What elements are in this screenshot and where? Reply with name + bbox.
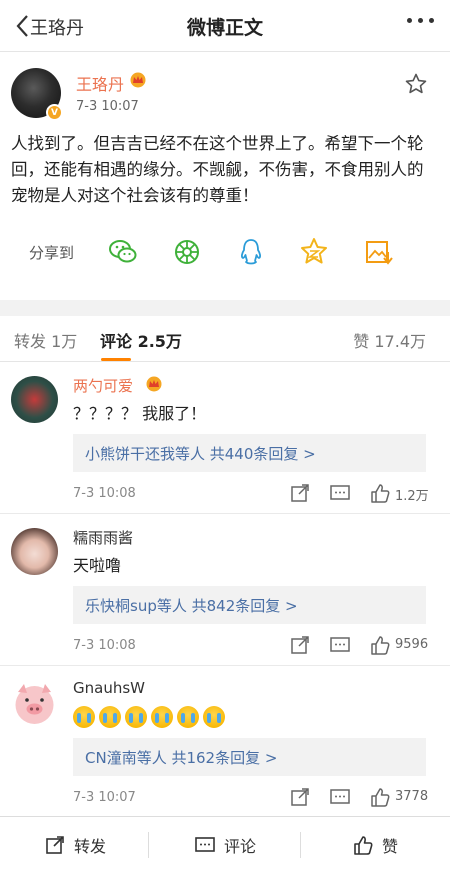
avatar[interactable]	[11, 376, 58, 423]
tab-repost[interactable]: 转发 1万	[14, 328, 77, 352]
reply-summary[interactable]: CN潼南等人 共162条回复 >	[73, 738, 426, 776]
repost-icon[interactable]	[289, 786, 311, 808]
repost-button[interactable]: 转发	[0, 817, 150, 873]
avatar[interactable]	[11, 528, 58, 575]
like-button[interactable]: 赞	[300, 817, 450, 873]
share-row: 分享到	[0, 232, 450, 272]
wechat-icon[interactable]	[107, 236, 139, 268]
bottom-action-bar: 转发 评论 赞	[0, 816, 450, 881]
comment-button[interactable]: 评论	[150, 817, 300, 873]
post-author-name[interactable]: 王珞丹	[76, 71, 124, 95]
crying-emoji-icon	[73, 706, 95, 728]
repost-icon	[46, 836, 64, 854]
repost-icon[interactable]	[289, 634, 311, 656]
avatar[interactable]	[11, 680, 58, 727]
like-icon	[354, 836, 373, 855]
top-nav-bar: 王珞丹 微博正文	[0, 0, 450, 52]
like-icon[interactable]	[369, 786, 391, 808]
crying-emoji-icon	[177, 706, 199, 728]
verified-badge-icon: V	[46, 104, 63, 121]
vip-crown-icon	[146, 376, 162, 392]
pig-face-icon	[15, 684, 54, 724]
comment-actions: 3778	[289, 786, 434, 808]
comment-icon[interactable]	[329, 634, 351, 656]
like-icon[interactable]	[369, 634, 391, 656]
weibo-post: V 王珞丹 7-3 10:07 人找到了。但吉吉已经不在这个世界上了。希望下一个…	[0, 52, 450, 300]
crying-emoji-icon	[203, 706, 225, 728]
favorite-star-icon[interactable]	[404, 72, 428, 96]
moments-icon[interactable]	[171, 236, 203, 268]
reply-summary[interactable]: 小熊饼干还我等人 共440条回复 >	[73, 434, 426, 472]
save-image-icon[interactable]	[362, 236, 394, 268]
interaction-tabs: 转发 1万 评论 2.5万 赞 17.4万	[0, 316, 450, 362]
comment-icon[interactable]	[329, 786, 351, 808]
comment-label: 评论	[223, 837, 256, 856]
repost-label: 转发	[73, 837, 106, 856]
comment-time: 7-3 10:08	[73, 638, 136, 653]
commenter-name[interactable]: 两勺可爱	[73, 375, 133, 396]
commenter-name[interactable]: GnauhsW	[73, 679, 145, 697]
tab-comment[interactable]: 评论 2.5万	[100, 328, 182, 352]
comment-emoji-row	[73, 706, 225, 728]
tab-active-indicator	[101, 358, 131, 361]
repost-icon[interactable]	[289, 482, 311, 504]
comment-time: 7-3 10:07	[73, 790, 136, 805]
comment-actions: 9596	[289, 634, 434, 656]
comment-text: ？？？？ 我服了！	[73, 404, 207, 423]
comment-text: 天啦噜	[73, 556, 122, 575]
comment-icon[interactable]	[329, 482, 351, 504]
like-icon[interactable]	[369, 482, 391, 504]
like-count: 1.2万	[395, 489, 429, 504]
comment-time: 7-3 10:08	[73, 486, 136, 501]
tab-like[interactable]: 赞 17.4万	[353, 328, 426, 352]
post-content: 人找到了。但吉吉已经不在这个世界上了。希望下一个轮回，还能有相遇的缘分。不觊觎，…	[11, 134, 424, 205]
crying-emoji-icon	[125, 706, 147, 728]
like-label: 赞	[381, 837, 398, 856]
reply-summary[interactable]: 乐快桐sup等人 共842条回复 >	[73, 586, 426, 624]
comment-item: 两勺可爱 ？？？？ 我服了！ 小熊饼干还我等人 共440条回复 > 7-3 10…	[0, 362, 450, 514]
vip-crown-icon	[130, 72, 146, 88]
comment-actions: 1.2万	[289, 482, 434, 504]
comment-item: GnauhsW CN潼南等人 共162条回复 > 7-3 10:07 3778	[0, 666, 450, 816]
more-options-icon[interactable]	[407, 18, 434, 23]
like-count: 9596	[395, 637, 429, 652]
divider	[148, 832, 149, 858]
crying-emoji-icon	[99, 706, 121, 728]
like-count: 3778	[395, 789, 429, 804]
comment-item: 糯雨雨酱 天啦噜 乐快桐sup等人 共842条回复 > 7-3 10:08 95…	[0, 514, 450, 666]
qq-icon[interactable]	[235, 236, 267, 268]
comment-list: 两勺可爱 ？？？？ 我服了！ 小熊饼干还我等人 共440条回复 > 7-3 10…	[0, 362, 450, 816]
commenter-name[interactable]: 糯雨雨酱	[73, 527, 133, 548]
page-title: 微博正文	[186, 17, 263, 39]
crying-emoji-icon	[151, 706, 173, 728]
share-label: 分享到	[29, 244, 75, 262]
comment-icon	[195, 837, 215, 852]
post-timestamp: 7-3 10:07	[76, 99, 139, 114]
qzone-icon[interactable]	[298, 236, 330, 268]
